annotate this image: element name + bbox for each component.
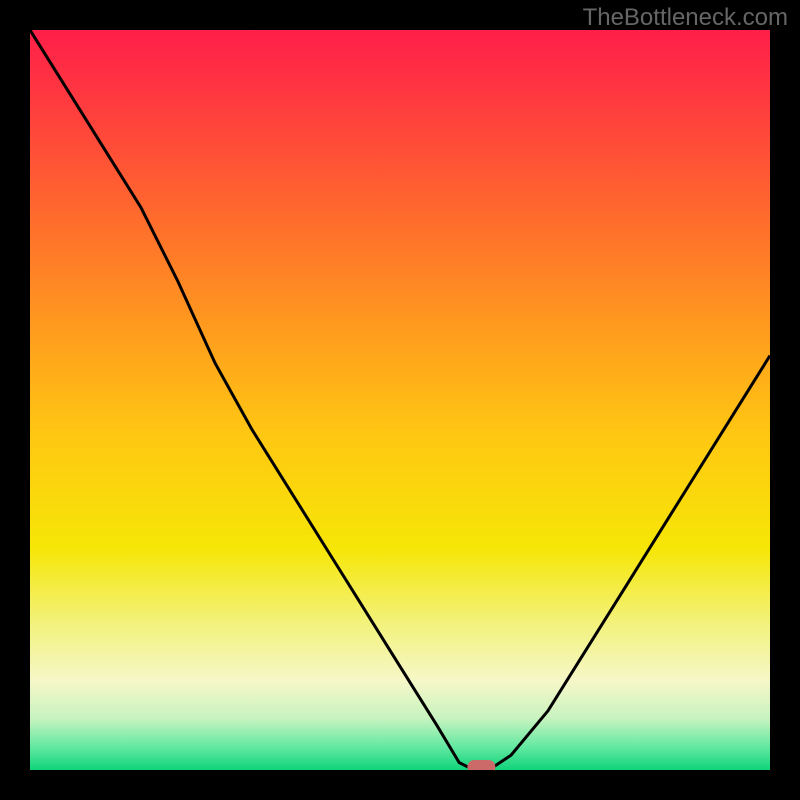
watermark-text: TheBottleneck.com	[583, 4, 788, 32]
optimal-marker	[467, 760, 495, 770]
chart-background-gradient	[30, 30, 770, 770]
chart-svg	[30, 30, 770, 770]
chart-canvas	[30, 30, 770, 770]
